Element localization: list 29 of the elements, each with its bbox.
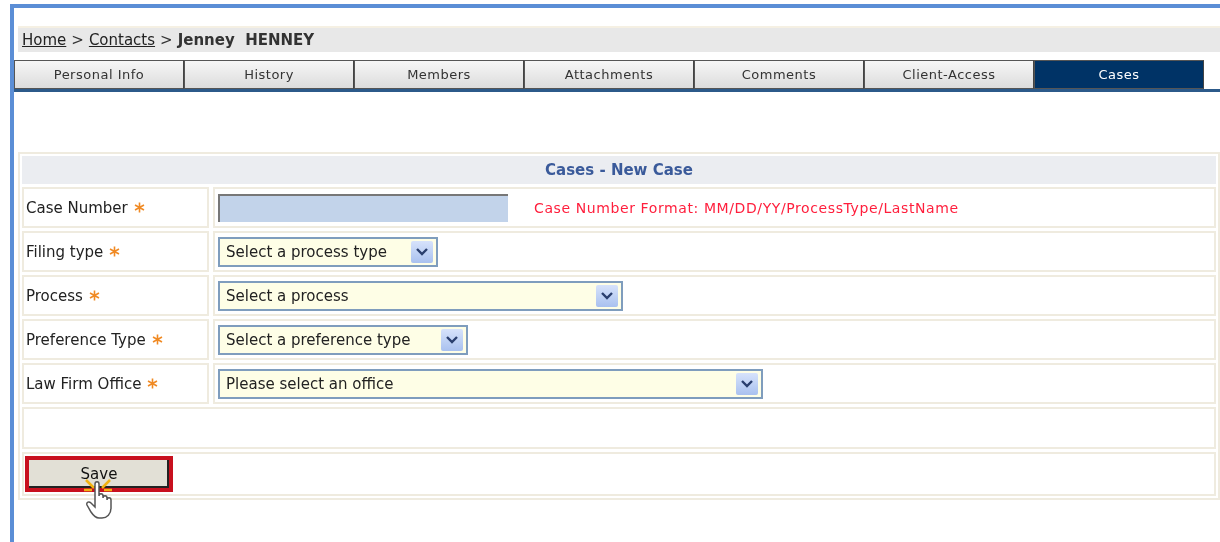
- save-button[interactable]: Save: [25, 456, 173, 492]
- tab[interactable]: History: [184, 60, 354, 89]
- chevron-down-icon: [596, 284, 618, 307]
- dropdown-field[interactable]: Please select an office: [218, 368, 763, 399]
- tab[interactable]: Members: [354, 60, 524, 89]
- breadcrumb-link[interactable]: Contacts: [88, 31, 156, 49]
- format-hint: Case Number Format: MM/DD/YY/ProcessType/LastName: [534, 199, 959, 216]
- field-label: Preference Type: [26, 330, 146, 349]
- breadcrumb-link[interactable]: Home: [22, 31, 67, 49]
- tab[interactable]: Personal Info: [14, 60, 184, 89]
- field-label: Case Number: [26, 198, 128, 217]
- breadcrumb-separator: >: [71, 31, 84, 49]
- tab[interactable]: Comments: [694, 60, 864, 89]
- form-title: Cases - New Case: [22, 156, 1216, 184]
- dropdown-field[interactable]: Select a process type: [218, 236, 438, 267]
- field-label: Filing type: [26, 242, 104, 261]
- chevron-down-icon: [736, 372, 758, 395]
- field-label: Law Firm Office: [26, 374, 142, 393]
- breadcrumb-separator: >: [160, 31, 173, 49]
- chevron-down-icon: [411, 240, 433, 263]
- case-number-field[interactable]: [218, 193, 508, 222]
- dropdown-field[interactable]: Select a preference type: [218, 324, 468, 355]
- dropdown-field[interactable]: Select a process: [218, 280, 623, 311]
- tab[interactable]: Attachments: [524, 60, 694, 89]
- tab[interactable]: Cases: [1034, 60, 1204, 89]
- chevron-down-icon: [441, 328, 463, 351]
- tab[interactable]: Client-Access: [864, 60, 1034, 89]
- field-label: Process: [26, 286, 83, 305]
- contact-name: Jenney HENNEY: [177, 31, 315, 49]
